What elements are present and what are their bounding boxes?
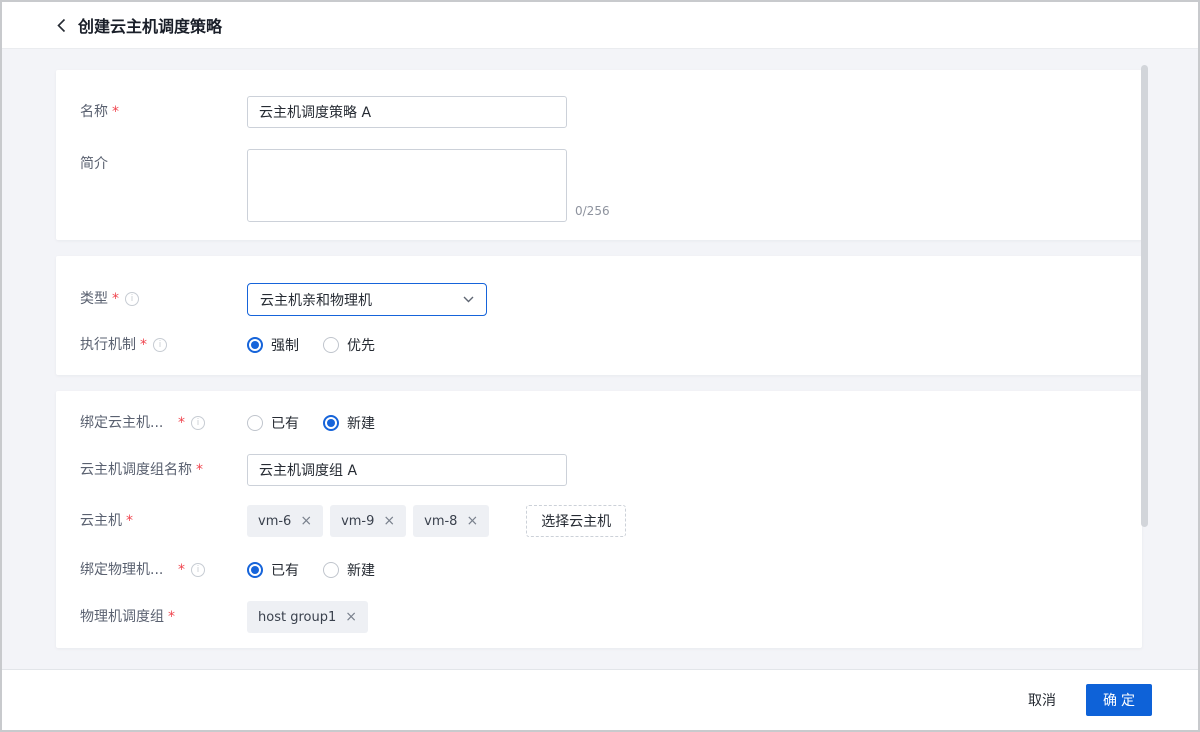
scrollbar[interactable] xyxy=(1141,65,1148,527)
radio-label: 新建 xyxy=(347,413,375,433)
info-icon[interactable] xyxy=(153,338,167,352)
chevron-down-icon xyxy=(463,296,474,303)
vm-group-name-input[interactable] xyxy=(247,454,567,486)
required-asterisk: * xyxy=(112,102,119,122)
radio-label: 已有 xyxy=(271,560,299,580)
radio-vm-new[interactable]: 新建 xyxy=(323,413,375,433)
type-label: 类型 * xyxy=(80,289,139,309)
radio-host-new[interactable]: 新建 xyxy=(323,560,375,580)
chevron-left-icon xyxy=(57,18,66,33)
type-label-text: 类型 xyxy=(80,289,108,309)
vm-tag-text: vm-9 xyxy=(341,514,374,529)
name-label: 名称 * xyxy=(80,102,119,122)
required-asterisk: * xyxy=(178,413,185,433)
vm-tag-text: vm-8 xyxy=(424,514,457,529)
host-group-label-text: 物理机调度组 xyxy=(80,607,164,627)
select-vm-button[interactable]: 选择云主机 xyxy=(526,505,626,537)
host-group-tags-row: host group1 × xyxy=(247,601,368,633)
confirm-button[interactable]: 确定 xyxy=(1086,684,1152,716)
required-asterisk: * xyxy=(112,289,119,309)
bind-vm-group-label: 绑定云主机... * xyxy=(80,413,205,433)
radio-checked-icon xyxy=(323,415,339,431)
radio-unchecked-icon xyxy=(323,562,339,578)
required-asterisk: * xyxy=(196,460,203,480)
required-asterisk: * xyxy=(140,335,147,355)
vm-tag: vm-9 × xyxy=(330,505,406,537)
bind-vm-group-radio-group: 已有 新建 xyxy=(247,413,375,433)
create-scheduling-policy-page: 创建云主机调度策略 名称 * 简介 0/256 类型 * 云主机亲和物理机 执行… xyxy=(0,0,1200,732)
vms-label: 云主机 * xyxy=(80,511,133,531)
page-header: 创建云主机调度策略 xyxy=(2,2,1198,49)
name-label-text: 名称 xyxy=(80,102,108,122)
vm-group-name-label-text: 云主机调度组名称 xyxy=(80,460,192,480)
tag-remove-icon[interactable]: × xyxy=(466,514,478,528)
footer-bar: 取消 确定 xyxy=(2,669,1198,730)
radio-label: 新建 xyxy=(347,560,375,580)
type-card: 类型 * 云主机亲和物理机 执行机制 * 强制 优先 xyxy=(56,256,1142,375)
vm-tag-text: vm-6 xyxy=(258,514,291,529)
host-group-tag: host group1 × xyxy=(247,601,368,633)
info-icon[interactable] xyxy=(191,563,205,577)
mechanism-label: 执行机制 * xyxy=(80,335,167,355)
page-title: 创建云主机调度策略 xyxy=(78,13,222,37)
required-asterisk: * xyxy=(168,607,175,627)
radio-label: 强制 xyxy=(271,335,299,355)
radio-checked-icon xyxy=(247,337,263,353)
host-group-tag-text: host group1 xyxy=(258,610,336,625)
vm-group-name-label: 云主机调度组名称 * xyxy=(80,460,203,480)
vm-tag: vm-8 × xyxy=(413,505,489,537)
bind-vm-group-label-text: 绑定云主机... xyxy=(80,413,174,433)
type-select[interactable]: 云主机亲和物理机 xyxy=(247,283,487,316)
vm-tags-row: vm-6 × vm-9 × vm-8 × 选择云主机 xyxy=(247,505,626,537)
bind-host-group-label-text: 绑定物理机... xyxy=(80,560,174,580)
type-select-value: 云主机亲和物理机 xyxy=(260,290,372,310)
info-icon[interactable] xyxy=(191,416,205,430)
radio-checked-icon xyxy=(247,562,263,578)
radio-vm-existing[interactable]: 已有 xyxy=(247,413,299,433)
radio-mechanism-prefer[interactable]: 优先 xyxy=(323,335,375,355)
back-button[interactable] xyxy=(57,18,66,33)
char-counter: 0/256 xyxy=(575,204,610,218)
bind-host-group-radio-group: 已有 新建 xyxy=(247,560,375,580)
radio-mechanism-force[interactable]: 强制 xyxy=(247,335,299,355)
radio-unchecked-icon xyxy=(247,415,263,431)
mechanism-radio-group: 强制 优先 xyxy=(247,335,375,355)
radio-label: 已有 xyxy=(271,413,299,433)
radio-host-existing[interactable]: 已有 xyxy=(247,560,299,580)
vm-tag: vm-6 × xyxy=(247,505,323,537)
info-icon[interactable] xyxy=(125,292,139,306)
intro-label-text: 简介 xyxy=(80,154,108,174)
tag-remove-icon[interactable]: × xyxy=(345,610,357,624)
radio-label: 优先 xyxy=(347,335,375,355)
bind-host-group-label: 绑定物理机... * xyxy=(80,560,205,580)
intro-textarea[interactable] xyxy=(247,149,567,222)
host-group-label: 物理机调度组 * xyxy=(80,607,175,627)
cancel-button[interactable]: 取消 xyxy=(1024,684,1060,716)
required-asterisk: * xyxy=(178,560,185,580)
tag-remove-icon[interactable]: × xyxy=(300,514,312,528)
binding-card: 绑定云主机... * 已有 新建 云主机调度组名称 * 云主机 * vm-6 xyxy=(56,391,1142,648)
radio-unchecked-icon xyxy=(323,337,339,353)
required-asterisk: * xyxy=(126,511,133,531)
vms-label-text: 云主机 xyxy=(80,511,122,531)
intro-label: 简介 xyxy=(80,154,108,174)
basic-info-card: 名称 * 简介 0/256 xyxy=(56,70,1142,240)
mechanism-label-text: 执行机制 xyxy=(80,335,136,355)
tag-remove-icon[interactable]: × xyxy=(383,514,395,528)
name-input[interactable] xyxy=(247,96,567,128)
